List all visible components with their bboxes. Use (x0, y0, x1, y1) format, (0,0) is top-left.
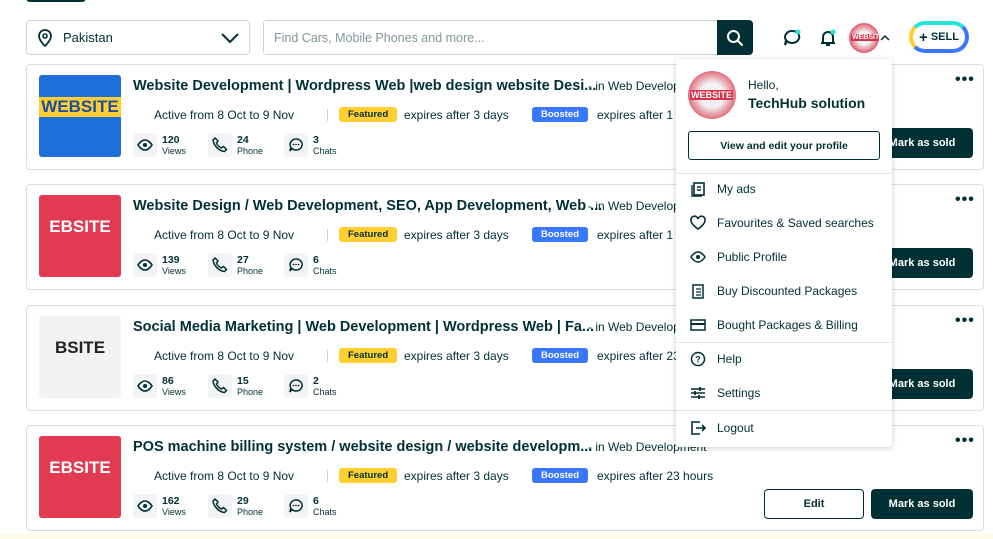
bell-icon[interactable] (818, 28, 838, 48)
phone-icon (212, 257, 228, 273)
views-stat: 162 Views (133, 494, 186, 518)
phone-stat: 29 Phone (208, 494, 263, 518)
chats-stat: 3 Chats (284, 133, 337, 157)
views-stat: 86 Views (133, 374, 186, 398)
user-name: TechHub solution (748, 95, 866, 111)
ad-thumbnail[interactable]: WEBSITE (39, 75, 121, 157)
eye-icon (137, 500, 153, 512)
views-stat: 139 Views (133, 253, 186, 277)
boosted-badge: Boosted (532, 227, 588, 242)
search-input[interactable] (264, 21, 717, 54)
ad-title[interactable]: POS machine billing system / website des… (133, 439, 592, 455)
featured-badge: Featured (339, 468, 398, 483)
svg-text:?: ? (695, 355, 701, 365)
ad-thumbnail[interactable]: EBSITE (39, 195, 121, 277)
menu-item-settings[interactable]: Settings (676, 378, 892, 408)
search-icon (727, 29, 744, 46)
ad-thumbnail[interactable]: EBSITE (39, 436, 121, 518)
clipboard-icon (692, 284, 704, 299)
ad-title[interactable]: Website Design / Web Development, SEO, A… (133, 198, 602, 214)
phone-icon (212, 378, 228, 394)
boosted-expiry: expires after 23 hours (597, 469, 714, 483)
boosted-badge: Boosted (532, 107, 588, 122)
help-icon: ? (690, 351, 706, 367)
ad-title[interactable]: Social Media Marketing | Web Development… (133, 319, 594, 335)
menu-item-help[interactable]: ? Help (676, 344, 892, 374)
chats-stat: 2 Chats (284, 374, 337, 398)
more-options-icon[interactable]: ••• (955, 71, 975, 89)
featured-expiry: expires after 3 days (404, 469, 509, 483)
logout-icon (691, 421, 706, 435)
mark-as-sold-button[interactable]: Mark as sold (871, 489, 973, 519)
phone-icon (212, 137, 228, 153)
menu-item-my-ads[interactable]: My ads (676, 174, 892, 204)
eye-icon (137, 259, 153, 271)
search-button[interactable] (717, 20, 753, 55)
eye-icon (137, 139, 153, 151)
location-value: Pakistan (63, 30, 113, 45)
my-ads-icon (691, 182, 705, 197)
featured-expiry: expires after 3 days (404, 108, 509, 122)
active-period: Active from 8 Oct to 9 Nov (154, 108, 295, 122)
settings-sliders-icon (691, 387, 705, 399)
chevron-up-icon[interactable] (880, 34, 890, 41)
menu-item-buy-discounted-packages[interactable]: Buy Discounted Packages (676, 276, 892, 306)
more-options-icon[interactable]: ••• (955, 312, 975, 330)
plus-icon: + (919, 28, 928, 46)
menu-item-favourites-saved-searches[interactable]: Favourites & Saved searches (676, 208, 892, 238)
heart-icon (690, 215, 706, 230)
menu-item-public-profile[interactable]: Public Profile (676, 242, 892, 272)
chat-icon (289, 379, 303, 393)
view-edit-profile-button[interactable]: View and edit your profile (688, 131, 880, 160)
phone-stat: 24 Phone (208, 133, 263, 157)
featured-expiry: expires after 3 days (404, 228, 509, 242)
eye-icon (690, 251, 706, 263)
sell-button[interactable]: + SELL (909, 21, 969, 53)
ad-thumbnail[interactable]: BSITE (39, 316, 121, 398)
edit-button[interactable]: Edit (764, 489, 864, 519)
ad-title[interactable]: Website Development | Wordpress Web |web… (133, 78, 596, 94)
featured-badge: Featured (339, 227, 398, 242)
search-bar (263, 20, 753, 55)
views-stat: 120 Views (133, 133, 186, 157)
profile-dropdown-menu: WEBSITE Hello, TechHub solution View and… (676, 59, 892, 447)
footer-strip (0, 534, 993, 539)
featured-badge: Featured (339, 107, 398, 122)
more-options-icon[interactable]: ••• (955, 432, 975, 450)
menu-item-logout[interactable]: Logout (676, 413, 892, 443)
logo-fragment (26, 0, 86, 2)
chat-icon (289, 258, 303, 272)
boosted-badge: Boosted (532, 348, 588, 363)
greeting: Hello, (748, 78, 779, 92)
more-options-icon[interactable]: ••• (955, 191, 975, 209)
active-period: Active from 8 Oct to 9 Nov (154, 469, 295, 483)
featured-expiry: expires after 3 days (404, 349, 509, 363)
location-pin-icon (38, 28, 52, 47)
chat-icon (289, 499, 303, 513)
chat-icon[interactable] (782, 28, 802, 48)
chat-icon (289, 138, 303, 152)
profile-avatar: WEBSITE (688, 71, 736, 119)
location-select[interactable]: Pakistan (26, 20, 250, 55)
menu-item-bought-packages-billing[interactable]: Bought Packages & Billing (676, 310, 892, 340)
featured-badge: Featured (339, 348, 398, 363)
boosted-badge: Boosted (532, 468, 588, 483)
chats-stat: 6 Chats (284, 253, 337, 277)
chats-stat: 6 Chats (284, 494, 337, 518)
avatar[interactable]: WEBSITE (849, 23, 879, 53)
active-period: Active from 8 Oct to 9 Nov (154, 228, 295, 242)
eye-icon (137, 380, 153, 392)
phone-icon (212, 498, 228, 514)
chevron-down-icon (221, 32, 239, 43)
active-period: Active from 8 Oct to 9 Nov (154, 349, 295, 363)
phone-stat: 15 Phone (208, 374, 263, 398)
credit-card-icon (690, 319, 706, 331)
phone-stat: 27 Phone (208, 253, 263, 277)
